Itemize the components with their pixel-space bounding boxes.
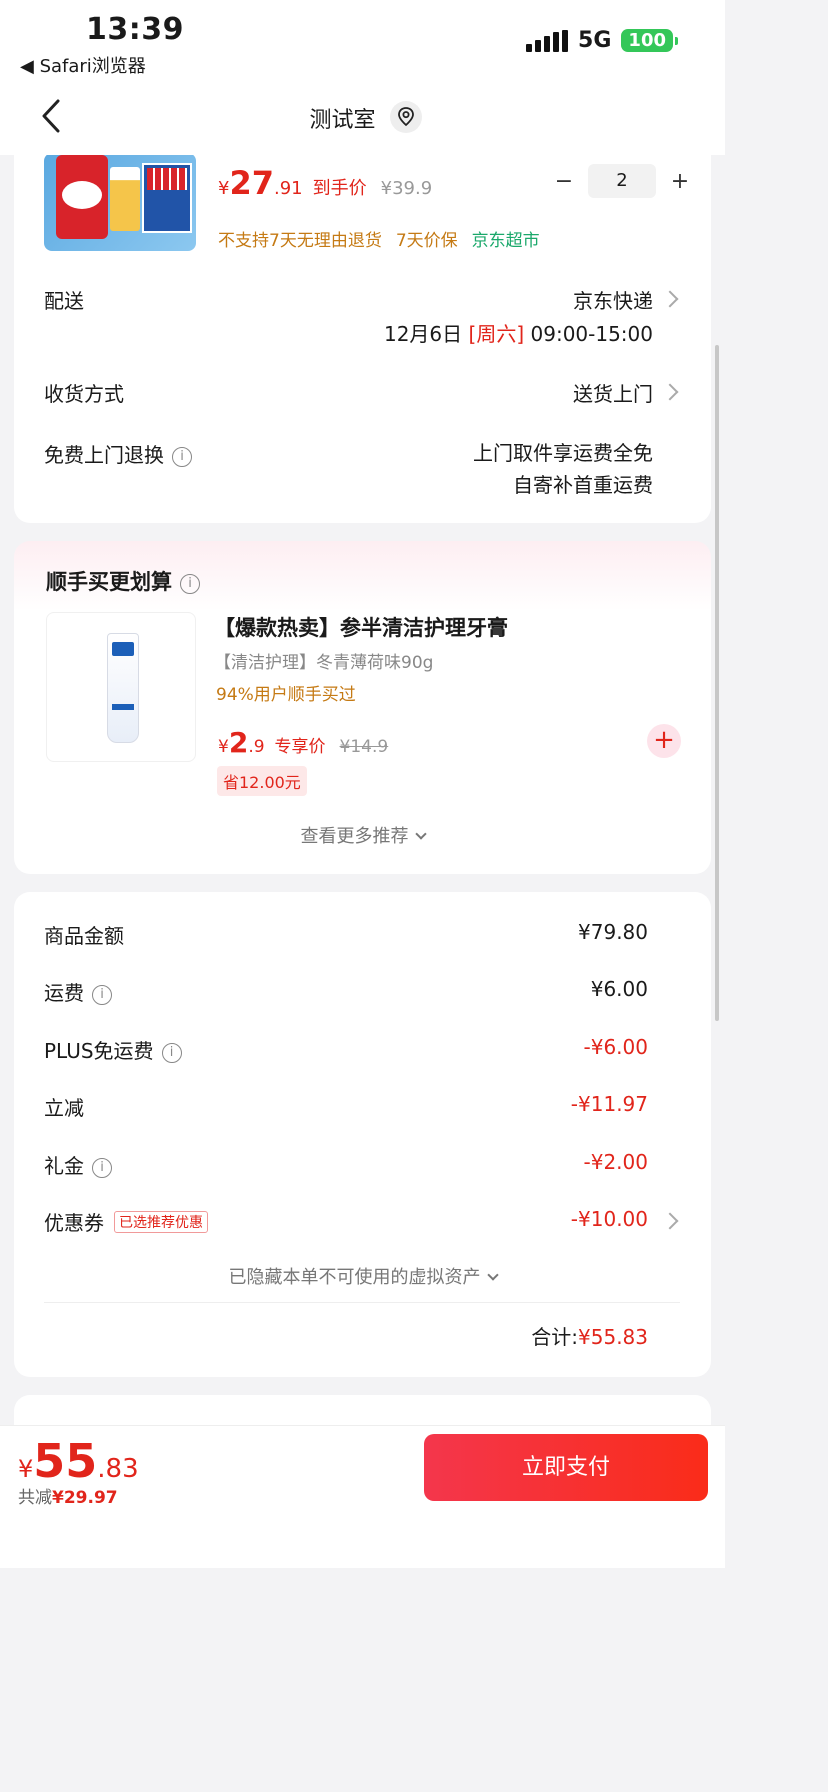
freight-value: ¥6.00 [590, 977, 648, 1001]
upsell-price-tag: 专享价 [274, 737, 326, 757]
scrollbar[interactable] [715, 345, 719, 1021]
service-tags: 不支持7天无理由退货 7天价保 京东超市 [218, 226, 540, 251]
upsell-product-spec: 【清洁护理】冬青薄荷味90g [214, 653, 434, 673]
chevron-down-icon [486, 1269, 499, 1281]
plus-free-freight-value: -¥6.00 [583, 1035, 648, 1059]
gift-money-value: -¥2.00 [583, 1150, 648, 1174]
jd-supermarket-tag: 京东超市 [471, 231, 540, 251]
upsell-title: 顺手买更划算 i [46, 566, 200, 596]
goods-amount-label: 商品金额 [44, 924, 124, 948]
instant-discount-label: 立减 [44, 1096, 84, 1120]
order-total: 合计:¥55.83 [531, 1325, 648, 1349]
original-price: ¥39.9 [380, 178, 433, 199]
coupon-label: 优惠券 已选推荐优惠 [44, 1207, 208, 1236]
plus-free-freight-label: PLUS免运费 i [44, 1035, 182, 1064]
product-price: ¥ 27 .91 到手价 ¥39.9 [218, 164, 433, 202]
divider [44, 1302, 680, 1303]
free-return-line2: 自寄补首重运费 [513, 473, 653, 497]
upsell-buy-tip: 94%用户顺手买过 [216, 685, 356, 705]
total-saved: 共减¥29.97 [18, 1488, 118, 1508]
info-icon[interactable]: i [92, 985, 112, 1005]
location-pin-icon[interactable] [390, 101, 422, 133]
delivery-date[interactable]: 12月6日 [周六] 09:00-15:00 [384, 318, 653, 347]
upsell-original-price: ¥14.9 [339, 737, 389, 757]
gift-money-label: 礼金 i [44, 1150, 112, 1179]
beer-product-image[interactable] [44, 153, 196, 251]
coupon-badge: 已选推荐优惠 [114, 1211, 208, 1233]
battery-icon: 100 [621, 29, 678, 52]
more-recommendations-link[interactable]: 查看更多推荐 [0, 822, 725, 848]
free-return-label: 免费上门退换 i [44, 439, 192, 468]
status-indicators: 5G 100 [526, 28, 678, 53]
price-protect-tag: 7天价保 [395, 231, 458, 251]
upsell-save-badge: 省12.00元 [217, 766, 307, 796]
pay-now-button[interactable]: 立即支付 [424, 1434, 708, 1501]
goods-amount-value: ¥79.80 [578, 920, 648, 944]
back-to-safari-link[interactable]: ◀ Safari浏览器 [20, 52, 146, 78]
decrease-button[interactable]: − [552, 169, 576, 194]
hidden-assets-toggle[interactable]: 已隐藏本单不可使用的虚拟资产 [0, 1263, 725, 1289]
info-icon[interactable]: i [161, 1043, 182, 1063]
page-title: 测试室 [309, 108, 376, 133]
delivery-label: 配送 [44, 289, 84, 313]
top-bar: 13:39 ◀ Safari浏览器 5G 100 测试室 [0, 0, 725, 155]
price-tag: 到手价 [312, 178, 367, 199]
instant-discount-value: -¥11.97 [570, 1092, 648, 1116]
upsell-price: ¥ 2 .9 专享价 ¥14.9 [218, 726, 389, 759]
chevron-down-icon [414, 828, 427, 840]
info-icon[interactable]: i [180, 574, 200, 594]
quantity-input[interactable]: 2 [588, 164, 656, 198]
pay-bar: ¥ 55 .83 共减¥29.97 立即支付 [0, 1425, 725, 1568]
info-icon[interactable]: i [92, 1158, 112, 1178]
pay-total: ¥ 55 .83 [18, 1434, 139, 1488]
signal-icon [526, 29, 569, 52]
coupon-value[interactable]: -¥10.00 [571, 1207, 648, 1231]
freight-label: 运费 i [44, 977, 112, 1006]
receive-value[interactable]: 送货上门 [573, 378, 653, 407]
network-label: 5G [578, 28, 612, 53]
upsell-product-name[interactable]: 【爆款热卖】参半清洁护理牙膏 [214, 612, 508, 642]
increase-button[interactable]: + [668, 169, 692, 194]
quantity-stepper: − 2 + [552, 164, 692, 198]
free-return-line1: 上门取件享运费全免 [473, 441, 653, 465]
price-summary-card [14, 892, 711, 1377]
info-icon[interactable]: i [172, 447, 192, 467]
receive-label: 收货方式 [44, 382, 124, 406]
delivery-method[interactable]: 京东快递 [573, 285, 653, 314]
toothpaste-product-image[interactable] [46, 612, 196, 762]
no-return-tag: 不支持7天无理由退货 [218, 231, 382, 251]
add-to-order-button[interactable]: + [647, 724, 681, 758]
status-time: 13:39 [86, 12, 184, 47]
